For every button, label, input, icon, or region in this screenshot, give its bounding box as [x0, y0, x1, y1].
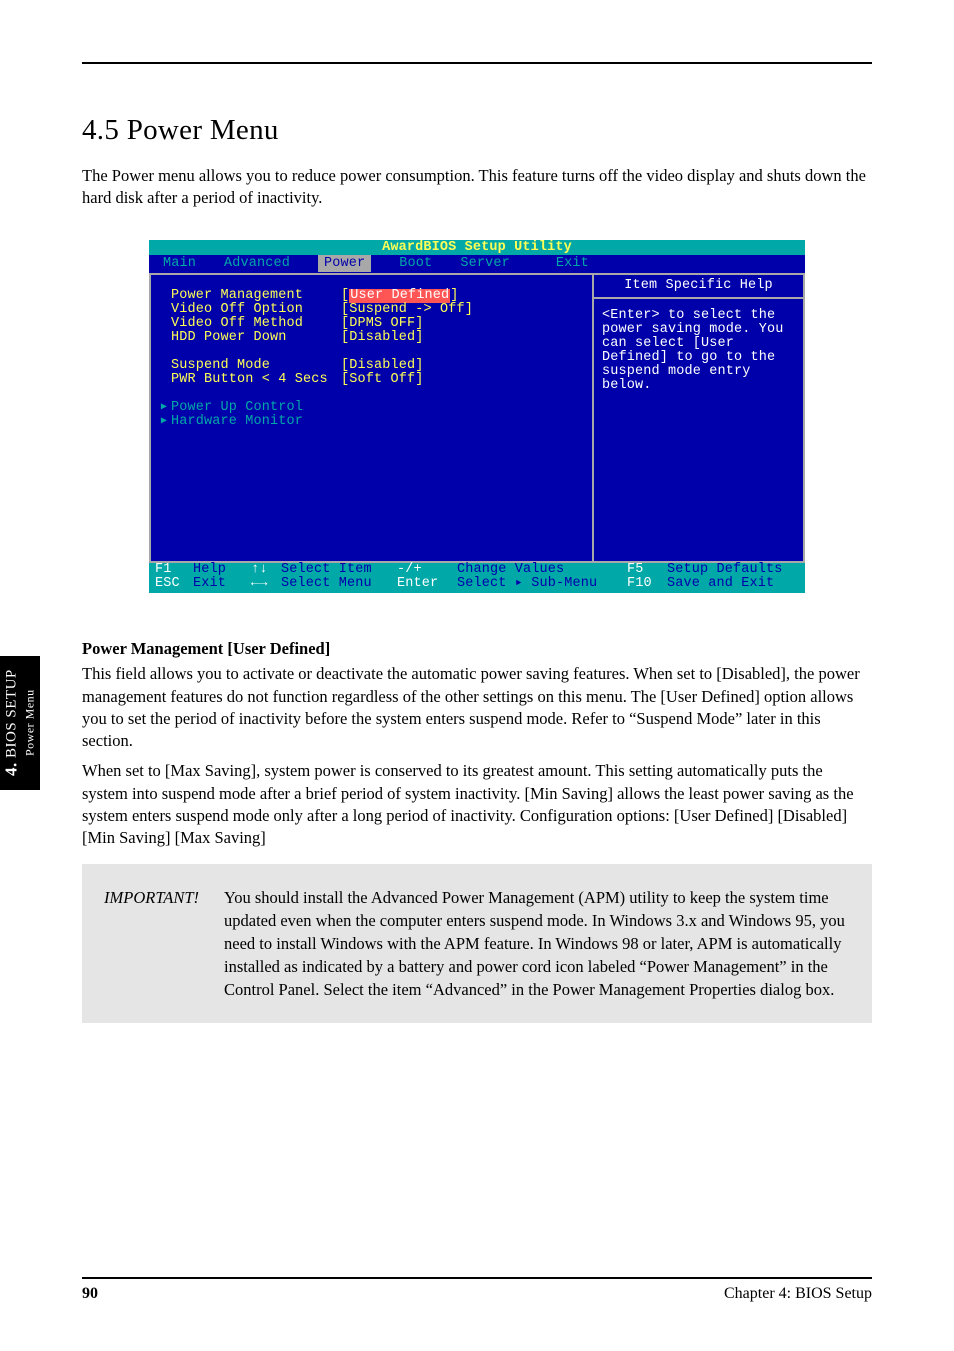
item-video-off-method[interactable]: Video Off Method[DPMS OFF] — [157, 317, 584, 331]
menu-server[interactable]: Server — [446, 257, 524, 271]
bios-menu-bar: Main Advanced Power Boot Server Exit — [149, 255, 805, 273]
option-paragraph-2: When set to [Max Saving], system power i… — [82, 760, 872, 849]
section-heading: 4.5 Power Menu — [82, 114, 872, 147]
help-title: Item Specific Help — [594, 275, 803, 299]
item-suspend-mode[interactable]: Suspend Mode[Disabled] — [157, 359, 584, 373]
page-number: 90 — [82, 1285, 98, 1302]
menu-advanced[interactable]: Advanced — [210, 257, 304, 271]
option-heading: Power Management [User Defined] — [82, 639, 872, 659]
help-body: <Enter> to select the power saving mode.… — [594, 299, 803, 562]
bios-screenshot: AwardBIOS Setup Utility Main Advanced Po… — [149, 240, 805, 594]
menu-main[interactable]: Main — [149, 257, 210, 271]
item-hdd-power-down[interactable]: HDD Power Down[Disabled] — [157, 331, 584, 345]
triangle-right-icon: ▶ — [157, 403, 171, 413]
option-paragraph-1: This field allows you to activate or dea… — [82, 663, 872, 752]
item-pwr-button[interactable]: PWR Button < 4 Secs[Soft Off] — [157, 373, 584, 387]
menu-power[interactable]: Power — [304, 257, 385, 271]
value-power-management: User Defined — [349, 289, 450, 303]
header-rule — [82, 62, 872, 64]
chapter-footer: Chapter 4: BIOS Setup — [724, 1285, 872, 1303]
note-label: IMPORTANT! — [104, 886, 224, 1001]
bios-help-pane: Item Specific Help <Enter> to select the… — [593, 273, 805, 563]
side-tab: 4. BIOS SETUPPower Menu — [0, 656, 40, 790]
item-power-management[interactable]: Power Management [User Defined] — [157, 289, 584, 303]
arrows-leftright-icon: ←→ — [251, 577, 281, 591]
note-text: You should install the Advanced Power Ma… — [224, 886, 850, 1001]
menu-exit[interactable]: Exit — [542, 257, 603, 271]
bios-footer: F1Help↑↓Select Item-/+Change ValuesF5Set… — [149, 563, 805, 593]
triangle-right-icon: ▶ — [157, 417, 171, 427]
menu-boot[interactable]: Boot — [385, 257, 446, 271]
page-footer: 90 Chapter 4: BIOS Setup — [82, 1277, 872, 1303]
submenu-hardware-monitor[interactable]: ▶Hardware Monitor — [157, 415, 584, 429]
intro-paragraph: The Power menu allows you to reduce powe… — [82, 165, 872, 210]
submenu-power-up-control[interactable]: ▶Power Up Control — [157, 401, 584, 415]
bios-title: AwardBIOS Setup Utility — [149, 240, 805, 256]
arrows-updown-icon: ↑↓ — [251, 563, 281, 577]
important-note-box: IMPORTANT! You should install the Advanc… — [82, 864, 872, 1023]
bios-main-pane: Power Management [User Defined] Video Of… — [149, 273, 593, 563]
item-video-off-option[interactable]: Video Off Option[Suspend -> Off] — [157, 303, 584, 317]
